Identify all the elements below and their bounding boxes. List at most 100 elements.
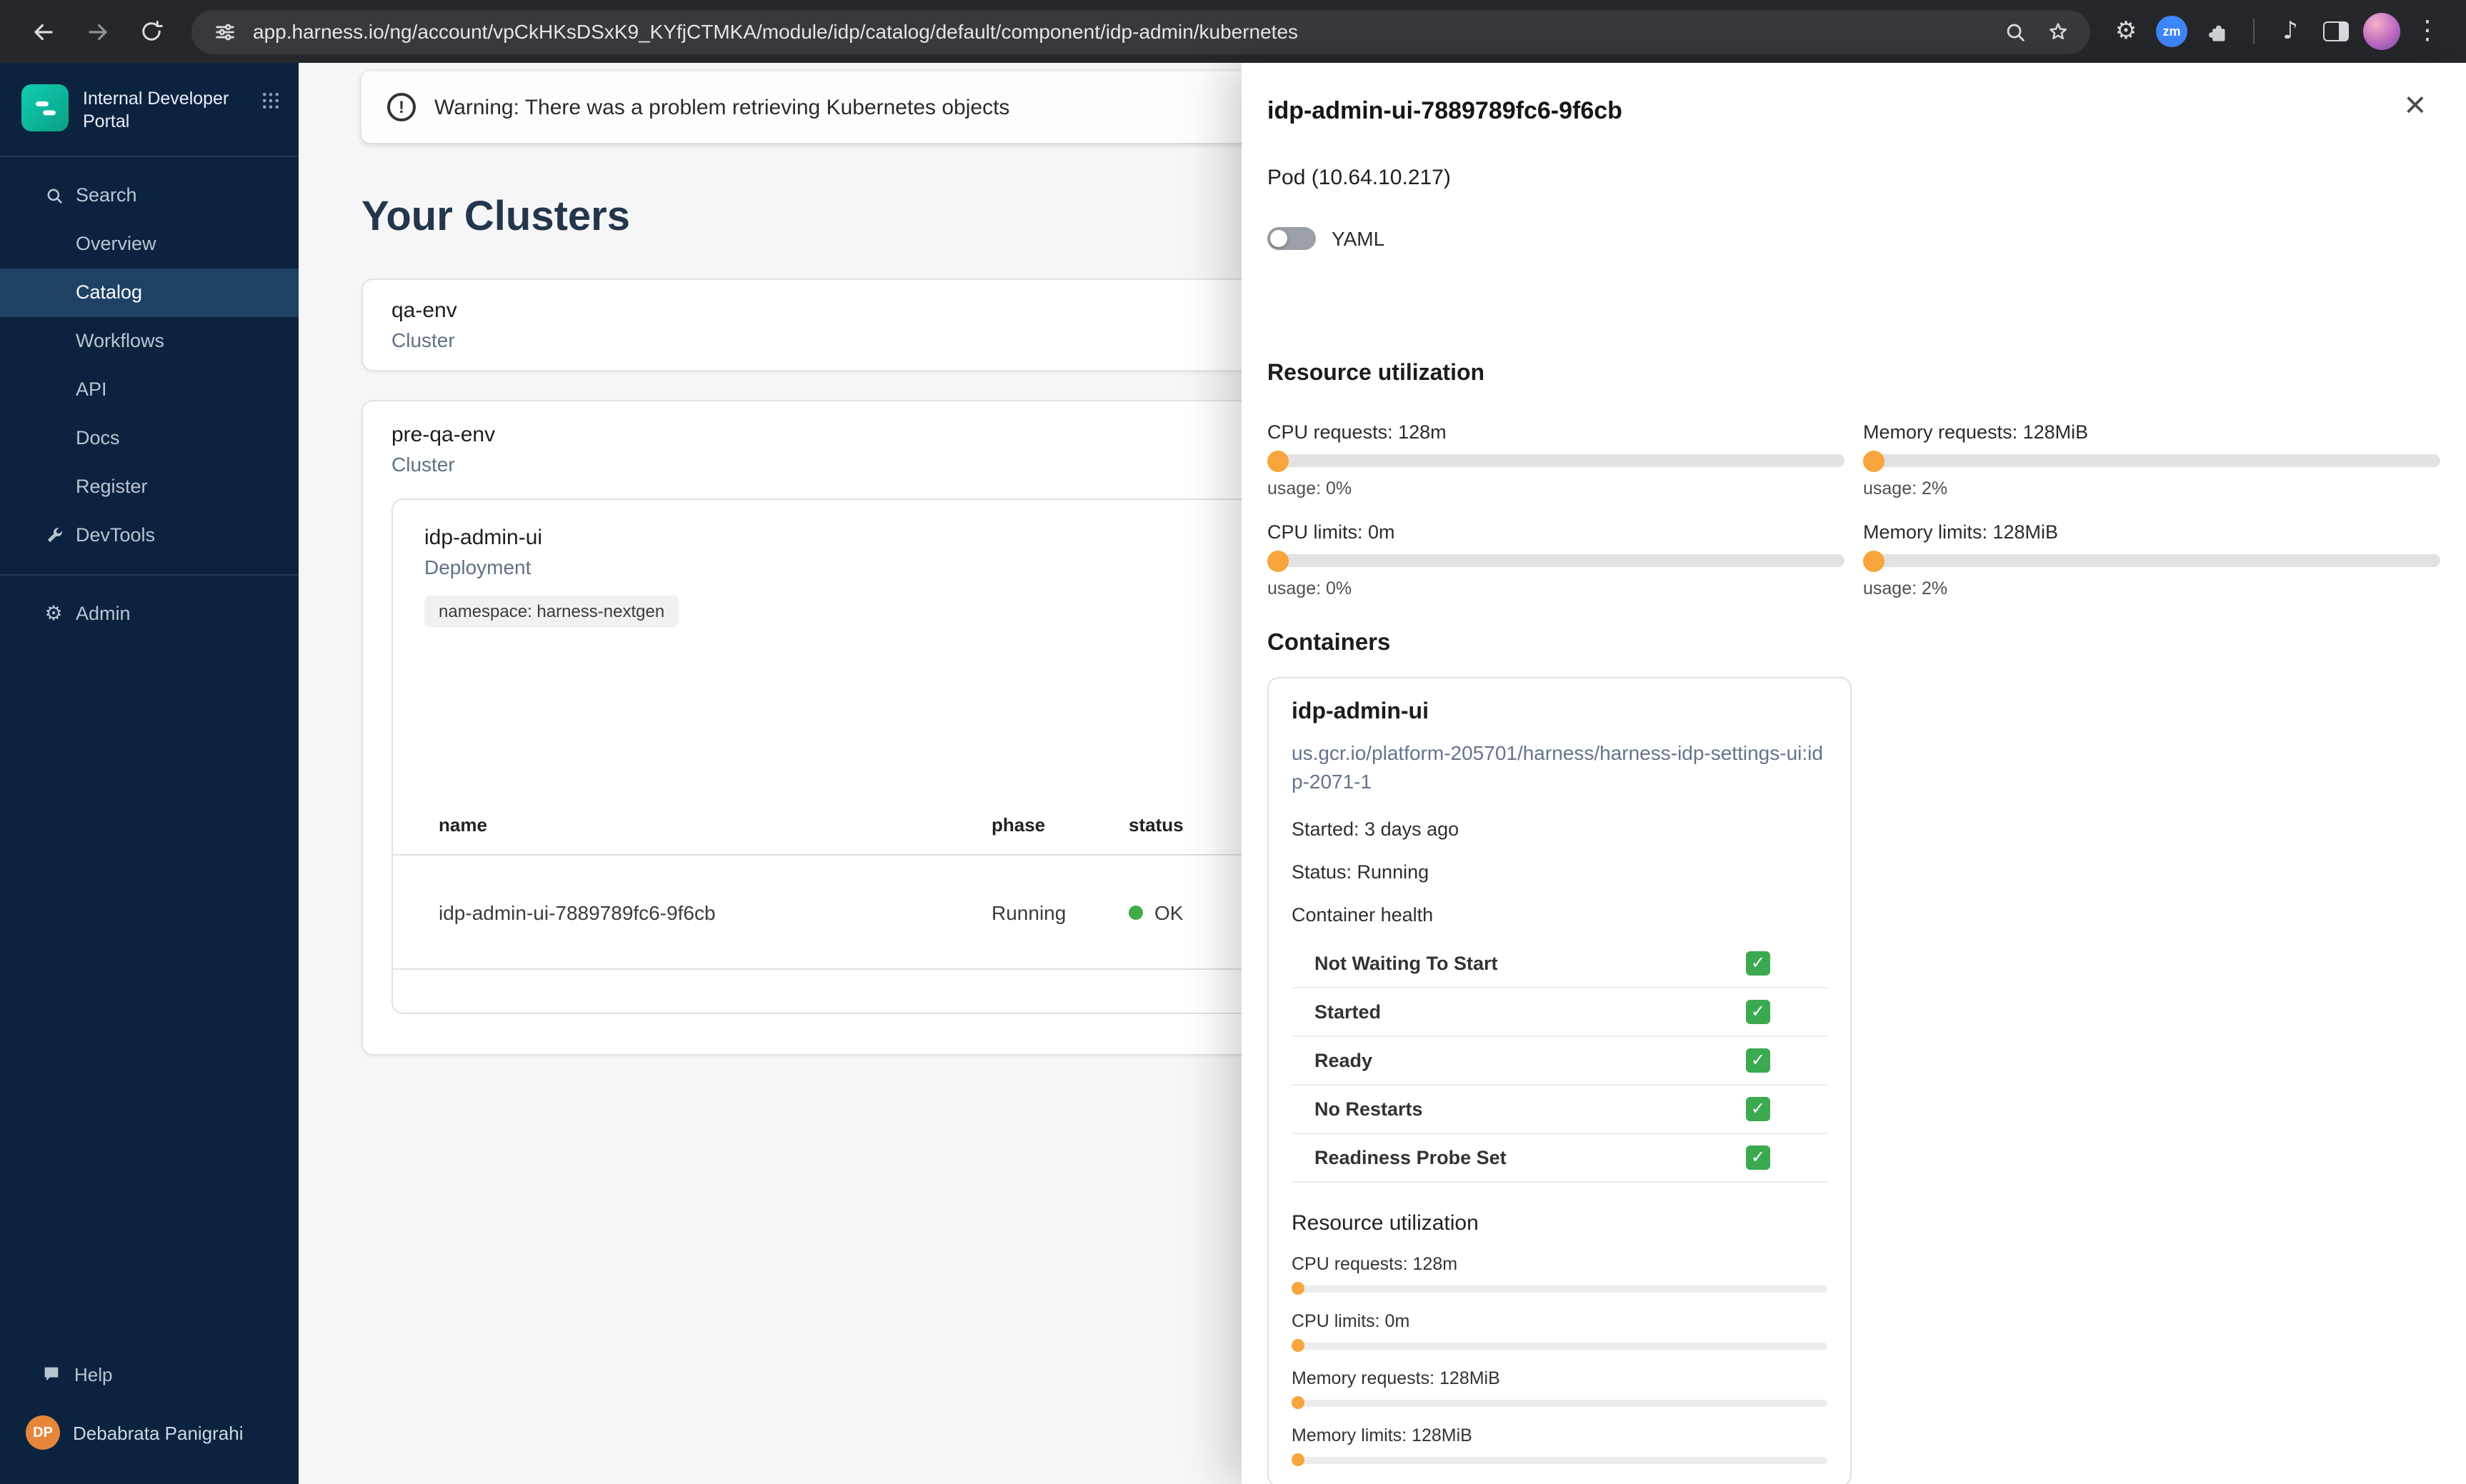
- check-icon: [1746, 1096, 1770, 1121]
- chrome-menu-icon[interactable]: [2409, 13, 2446, 50]
- sidebar-item-label: Register: [76, 476, 148, 497]
- url-bar[interactable]: app.harness.io/ng/account/vpCkHKsDSxK9_K…: [191, 9, 2090, 54]
- resource-utilization-heading: Resource utilization: [1267, 361, 1485, 386]
- toggle-knob: [1270, 230, 1287, 247]
- forward-button[interactable]: [74, 9, 120, 54]
- progress-bar: [1863, 450, 2440, 471]
- progress-dot: [1267, 450, 1289, 471]
- profile-avatar[interactable]: [2363, 13, 2400, 50]
- sidebar-divider: [0, 573, 299, 575]
- warning-text: Warning: There was a problem retrieving …: [434, 95, 1010, 119]
- help-button[interactable]: Help: [0, 1347, 299, 1401]
- zoom-extension-icon[interactable]: zm: [2153, 13, 2190, 50]
- progress-bar: [1267, 450, 1844, 471]
- sidebar-item-label: Admin: [76, 603, 131, 624]
- container-metric-cpu-limits: CPU limits: 0m: [1292, 1310, 1827, 1353]
- check-row: Ready: [1292, 1036, 1827, 1086]
- wrench-icon: [43, 524, 64, 546]
- sidebar-item-label: Docs: [76, 427, 120, 448]
- progress-bar: [1292, 1282, 1827, 1295]
- yaml-toggle[interactable]: [1267, 227, 1316, 250]
- check-row: Started: [1292, 988, 1827, 1037]
- sidebar-divider: [0, 155, 299, 156]
- container-resource-heading: Resource utilization: [1292, 1210, 1479, 1235]
- progress-dot: [1292, 1396, 1304, 1410]
- user-menu[interactable]: DP Debabrata Panigrahi: [0, 1401, 299, 1464]
- help-label: Help: [74, 1363, 113, 1385]
- user-name: Debabrata Panigrahi: [73, 1422, 244, 1443]
- metric-memory-requests: Memory requests: 128MiB usage: 2%: [1863, 421, 2440, 498]
- help-chat-icon: [40, 1363, 61, 1385]
- sidebar-item-workflows[interactable]: Workflows: [0, 316, 299, 365]
- back-icon: [34, 23, 52, 40]
- sidebar-item-label: Search: [76, 184, 137, 206]
- reload-icon: [142, 21, 163, 41]
- column-header-phase: phase: [992, 814, 1046, 836]
- back-button[interactable]: [20, 9, 66, 54]
- reload-button[interactable]: [129, 9, 174, 54]
- app-title: Internal Developer Portal: [83, 89, 229, 132]
- sidebar-item-overview[interactable]: Overview: [0, 219, 299, 268]
- sidebar-item-devtools[interactable]: DevTools: [0, 511, 299, 559]
- check-icon: [1746, 999, 1770, 1024]
- sidebar-item-search[interactable]: Search: [0, 171, 299, 219]
- pod-ip-subtitle: Pod (10.64.10.217): [1267, 166, 1451, 190]
- harness-logo-icon: [21, 84, 69, 131]
- warning-icon: !: [387, 93, 416, 121]
- container-status: Status: Running: [1292, 861, 1429, 883]
- sidebar-item-api[interactable]: API: [0, 365, 299, 413]
- media-controls-icon[interactable]: [2272, 13, 2309, 50]
- metric-cpu-requests: CPU requests: 128m usage: 0%: [1267, 421, 1844, 498]
- site-info-icon[interactable]: [210, 17, 239, 46]
- container-name: idp-admin-ui: [1292, 700, 1429, 724]
- pod-phase-cell: Running: [992, 901, 1067, 923]
- sidebar-item-register[interactable]: Register: [0, 462, 299, 511]
- progress-bar: [1267, 550, 1844, 571]
- check-row: No Restarts: [1292, 1085, 1827, 1134]
- drawer-title: idp-admin-ui-7889789fc6-9f6cb: [1267, 97, 1622, 124]
- bookmark-star-icon[interactable]: [2043, 17, 2072, 46]
- container-image: us.gcr.io/platform-205701/harness/harnes…: [1292, 741, 1823, 793]
- pod-name-cell: idp-admin-ui-7889789fc6-9f6cb: [439, 901, 716, 923]
- progress-bar: [1292, 1453, 1827, 1467]
- progress-dot: [1292, 1339, 1304, 1353]
- apps-grid-icon[interactable]: [260, 84, 281, 119]
- sidebar: Internal Developer Portal Search Overvie…: [0, 63, 299, 1484]
- close-icon[interactable]: [2405, 86, 2426, 123]
- container-health-checks: Not Waiting To Start Started Ready No Re…: [1292, 939, 1827, 1183]
- sidebar-item-admin[interactable]: Admin: [0, 589, 299, 638]
- container-metric-cpu-requests: CPU requests: 128m: [1292, 1253, 1827, 1295]
- url-text: app.harness.io/ng/account/vpCkHKsDSxK9_K…: [253, 20, 1299, 43]
- containers-heading: Containers: [1267, 630, 1391, 656]
- chrome-divider: [2253, 19, 2255, 44]
- extension-gear-icon[interactable]: [2107, 13, 2145, 50]
- logo-row: Internal Developer Portal: [0, 63, 299, 152]
- container-card: idp-admin-ui us.gcr.io/platform-205701/h…: [1267, 677, 1852, 1484]
- search-icon[interactable]: [2000, 17, 2029, 46]
- side-panel-icon[interactable]: [2317, 13, 2355, 50]
- yaml-toggle-label: YAML: [1332, 227, 1385, 250]
- container-health-heading: Container health: [1292, 903, 1434, 926]
- check-icon: [1746, 1145, 1770, 1170]
- container-metric-memory-limits: Memory limits: 128MiB: [1292, 1425, 1827, 1467]
- progress-bar: [1292, 1396, 1827, 1410]
- sidebar-bottom: Help DP Debabrata Panigrahi: [0, 1347, 299, 1484]
- sidebar-item-label: Catalog: [76, 281, 143, 303]
- sidebar-item-label: Workflows: [76, 330, 165, 351]
- container-metric-memory-requests: Memory requests: 128MiB: [1292, 1368, 1827, 1410]
- progress-dot: [1292, 1282, 1304, 1295]
- gear-icon: [43, 603, 64, 624]
- resource-metrics-grid: CPU requests: 128m usage: 0% Memory requ…: [1267, 421, 2440, 598]
- check-row: Not Waiting To Start: [1292, 939, 1827, 988]
- status-ok-icon: [1129, 905, 1143, 919]
- check-row: Readiness Probe Set: [1292, 1133, 1827, 1183]
- container-started: Started: 3 days ago: [1292, 818, 1459, 840]
- sidebar-item-docs[interactable]: Docs: [0, 413, 299, 462]
- sidebar-item-catalog[interactable]: Catalog: [0, 268, 299, 316]
- extensions-puzzle-icon[interactable]: [2199, 13, 2236, 50]
- progress-bar: [1863, 550, 2440, 571]
- column-header-name: name: [439, 814, 487, 836]
- forward-icon: [88, 23, 106, 40]
- progress-dot: [1267, 550, 1289, 571]
- check-icon: [1746, 1048, 1770, 1073]
